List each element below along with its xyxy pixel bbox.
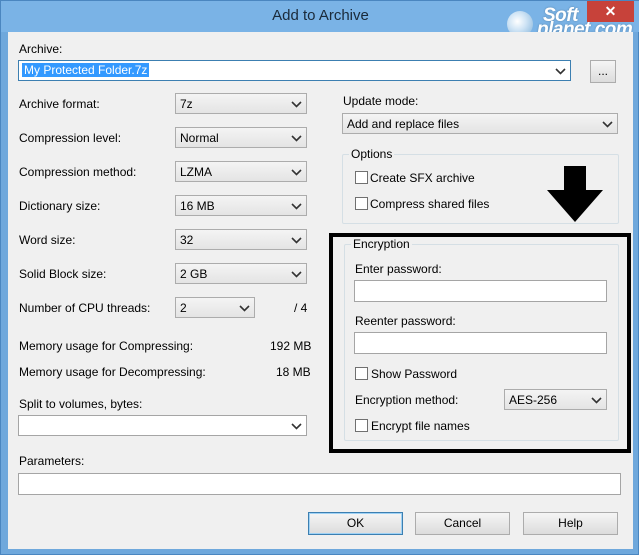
archive-format-value: 7z — [180, 97, 193, 111]
memory-decompress-value: 18 MB — [276, 365, 311, 379]
chevron-down-icon — [291, 237, 302, 244]
cpu-threads-select[interactable]: 2 — [175, 297, 255, 318]
chevron-down-icon — [291, 271, 302, 278]
archive-format-select[interactable]: 7z — [175, 93, 307, 114]
chevron-down-icon — [602, 121, 613, 128]
ok-button[interactable]: OK — [308, 512, 403, 535]
chevron-down-icon — [591, 397, 602, 404]
create-sfx-checkbox[interactable] — [355, 171, 368, 184]
archive-label: Archive: — [19, 42, 63, 56]
split-volumes-combo[interactable] — [18, 415, 307, 436]
encryption-method-value: AES-256 — [509, 393, 558, 407]
reenter-password-input[interactable] — [354, 332, 607, 354]
encrypt-names-checkbox[interactable] — [355, 419, 368, 432]
cpu-threads-label: Number of CPU threads: — [19, 301, 151, 315]
chevron-down-icon — [291, 203, 302, 210]
word-size-select[interactable]: 32 — [175, 229, 307, 250]
compression-level-select[interactable]: Normal — [175, 127, 307, 148]
chevron-down-icon — [291, 423, 302, 430]
encryption-method-label: Encryption method: — [355, 393, 459, 407]
compression-method-label: Compression method: — [19, 165, 137, 179]
archive-path-value: My Protected Folder.7z — [22, 63, 150, 77]
cancel-button[interactable]: Cancel — [415, 512, 510, 535]
down-arrow-annotation-icon — [547, 166, 603, 222]
encrypt-names-label[interactable]: Encrypt file names — [371, 419, 470, 433]
memory-decompress-label: Memory usage for Decompressing: — [19, 365, 206, 379]
chevron-down-icon — [239, 305, 250, 312]
archive-path-combo[interactable]: My Protected Folder.7z — [18, 60, 571, 81]
update-mode-value: Add and replace files — [347, 117, 460, 131]
reenter-password-label: Reenter password: — [355, 314, 456, 328]
show-password-checkbox[interactable] — [355, 367, 368, 380]
enter-password-label: Enter password: — [355, 262, 442, 276]
solid-block-size-label: Solid Block size: — [19, 267, 107, 281]
chevron-down-icon — [555, 68, 566, 75]
compression-level-label: Compression level: — [19, 131, 122, 145]
dictionary-size-select[interactable]: 16 MB — [175, 195, 307, 216]
parameters-label: Parameters: — [19, 454, 85, 468]
dictionary-size-label: Dictionary size: — [19, 199, 101, 213]
compression-method-value: LZMA — [180, 165, 213, 179]
memory-compress-value: 192 MB — [270, 339, 312, 353]
dialog-client-area: Archive: My Protected Folder.7z ... Arch… — [8, 32, 633, 549]
solid-block-size-select[interactable]: 2 GB — [175, 263, 307, 284]
chevron-down-icon — [291, 135, 302, 142]
compression-method-select[interactable]: LZMA — [175, 161, 307, 182]
enter-password-input[interactable] — [354, 280, 607, 302]
update-mode-label: Update mode: — [343, 94, 419, 108]
cpu-threads-total: / 4 — [294, 301, 308, 315]
dictionary-size-value: 16 MB — [180, 199, 215, 213]
browse-button[interactable]: ... — [590, 60, 616, 83]
cpu-threads-value: 2 — [180, 301, 187, 315]
create-sfx-label[interactable]: Create SFX archive — [370, 171, 475, 185]
chevron-down-icon — [291, 101, 302, 108]
title-bar[interactable]: Add to Archive Soft planet.com ✕ — [1, 1, 639, 40]
compress-shared-checkbox[interactable] — [355, 197, 368, 210]
word-size-label: Word size: — [19, 233, 76, 247]
compression-level-value: Normal — [180, 131, 219, 145]
memory-compress-label: Memory usage for Compressing: — [19, 339, 194, 353]
show-password-label[interactable]: Show Password — [371, 367, 457, 381]
archive-format-label: Archive format: — [19, 97, 100, 111]
chevron-down-icon — [291, 169, 302, 176]
options-group-title: Options — [349, 147, 395, 161]
dialog-window: Add to Archive Soft planet.com ✕ Archive… — [0, 0, 639, 555]
solid-block-size-value: 2 GB — [180, 267, 208, 281]
parameters-input[interactable] — [18, 473, 621, 495]
update-mode-select[interactable]: Add and replace files — [342, 113, 618, 134]
close-button[interactable]: ✕ — [587, 1, 634, 22]
encryption-method-select[interactable]: AES-256 — [504, 389, 607, 410]
word-size-value: 32 — [180, 233, 194, 247]
split-volumes-label: Split to volumes, bytes: — [19, 397, 143, 411]
help-button[interactable]: Help — [523, 512, 618, 535]
compress-shared-label[interactable]: Compress shared files — [370, 197, 489, 211]
